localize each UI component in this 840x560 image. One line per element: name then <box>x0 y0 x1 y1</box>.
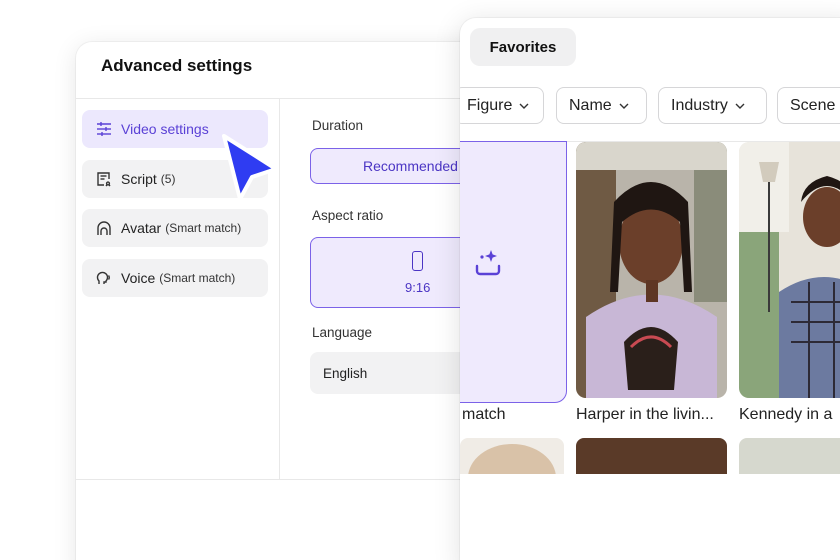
aspect-ratio-label: Aspect ratio <box>312 208 384 223</box>
filter-label: Name <box>569 96 612 114</box>
language-label: Language <box>312 325 373 340</box>
avatar-thumb[interactable] <box>739 438 840 474</box>
sidebar-item-voice[interactable]: Voice (Smart match) <box>82 259 268 297</box>
settings-title: Advanced settings <box>101 56 253 75</box>
footer-divider <box>76 479 496 480</box>
portrait-phone-icon <box>412 251 423 271</box>
sidebar-item-label: Avatar <box>121 220 162 236</box>
filter-scene[interactable]: Scene <box>777 87 840 124</box>
sidebar-item-avatar[interactable]: Avatar (Smart match) <box>82 209 268 247</box>
voice-match-note: (Smart match) <box>159 271 236 285</box>
chevron-down-icon <box>619 103 629 109</box>
avatar-thumb[interactable] <box>576 438 727 474</box>
avatar-caption-kennedy: Kennedy in a <box>739 406 833 423</box>
chevron-down-icon <box>519 103 529 109</box>
tab-favorites[interactable]: Favorites <box>470 28 576 66</box>
pointer-cursor-icon <box>222 134 278 201</box>
advanced-settings-panel: Advanced settings Video settings Script … <box>76 42 496 560</box>
avatar-thumb-photo <box>468 444 556 474</box>
voice-icon <box>95 269 113 287</box>
avatar-match-note: (Smart match) <box>165 221 242 235</box>
avatar-card-harper[interactable] <box>576 142 727 398</box>
avatar-card-kennedy[interactable] <box>739 142 840 398</box>
filter-industry[interactable]: Industry <box>658 87 767 124</box>
script-count: (5) <box>160 172 176 186</box>
avatar-picker-panel: Favorites Figure Name Industry Scene mat… <box>460 18 840 560</box>
sidebar-item-label: Video settings <box>121 121 209 137</box>
filter-label: Scene <box>790 96 836 114</box>
avatar-photo-harper <box>576 142 727 398</box>
smart-match-caption: match <box>462 406 506 423</box>
sparkle-icon <box>475 250 501 276</box>
smart-match-card[interactable] <box>460 141 567 403</box>
avatar-caption-harper: Harper in the livin... <box>576 406 714 423</box>
script-icon <box>95 170 113 188</box>
filter-label: Figure <box>467 96 513 114</box>
filter-label: Industry <box>671 96 728 114</box>
avatar-thumb[interactable] <box>460 438 564 474</box>
sidebar-item-label: Voice <box>121 270 156 286</box>
aspect-ratio-value: 9:16 <box>405 280 431 295</box>
filter-figure[interactable]: Figure <box>460 87 544 124</box>
sliders-icon <box>95 120 113 138</box>
avatar-icon <box>95 219 113 237</box>
duration-label: Duration <box>312 118 364 133</box>
sidebar-item-label: Script <box>121 171 157 187</box>
filter-name[interactable]: Name <box>556 87 647 124</box>
chevron-down-icon <box>735 103 745 109</box>
header-divider <box>76 98 496 99</box>
avatar-photo-kennedy <box>739 142 840 398</box>
